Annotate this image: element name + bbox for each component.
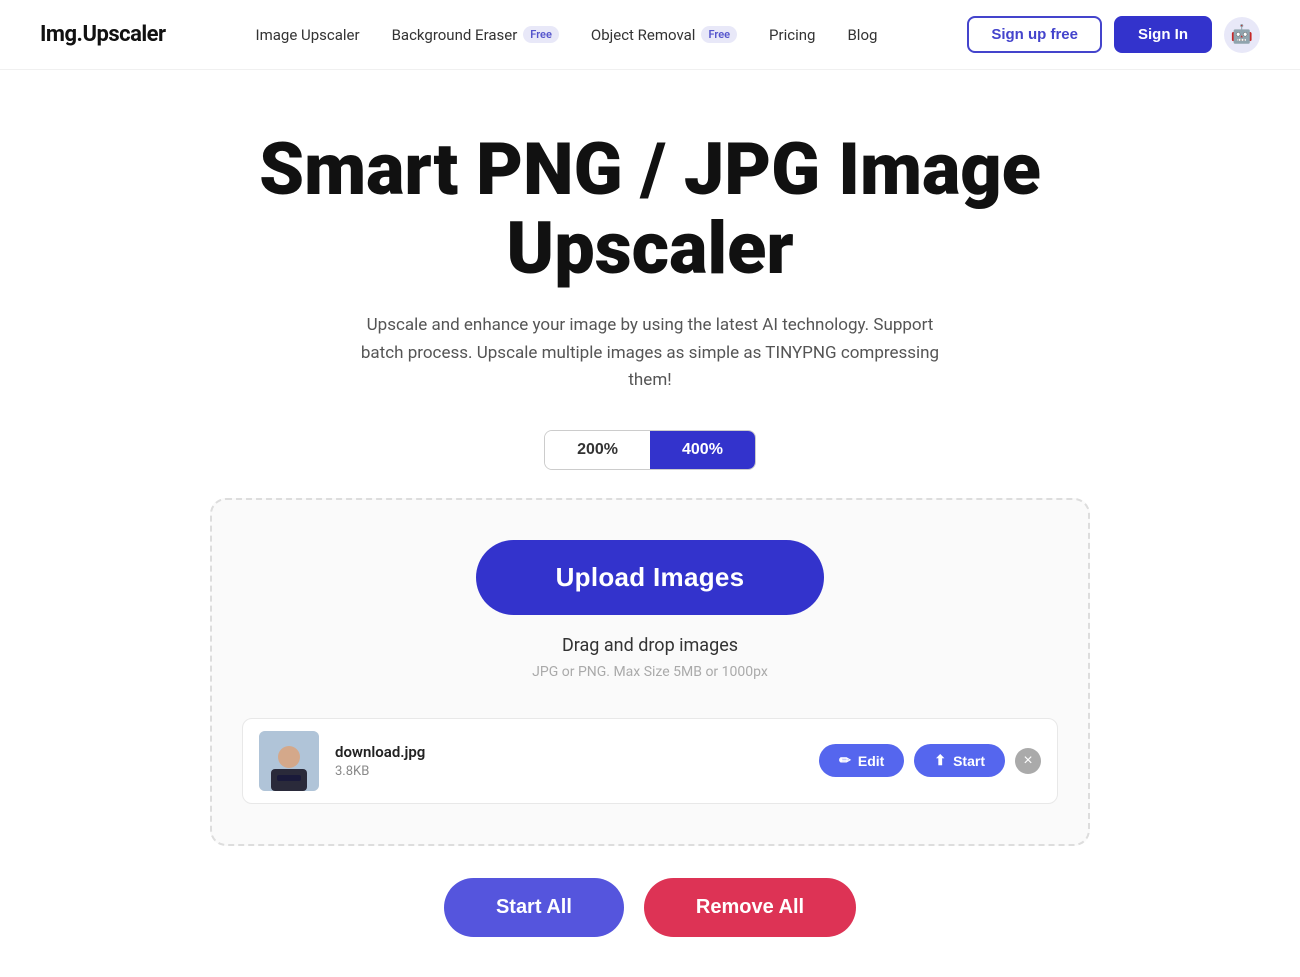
main-nav: Image Upscaler Background Eraser Free Ob… bbox=[256, 26, 878, 44]
hero-title: Smart PNG / JPG Image Upscaler bbox=[200, 130, 1100, 288]
remove-icon: × bbox=[1023, 753, 1032, 769]
badge-free-eraser: Free bbox=[523, 26, 559, 43]
scale-toggle: 200% 400% bbox=[544, 430, 756, 470]
file-name: download.jpg bbox=[335, 743, 803, 761]
hero-subtitle: Upscale and enhance your image by using … bbox=[350, 312, 950, 394]
file-size: 3.8KB bbox=[335, 764, 803, 779]
header: Img.Upscaler Image Upscaler Background E… bbox=[0, 0, 1300, 70]
file-thumbnail bbox=[259, 731, 319, 791]
upload-images-button[interactable]: Upload Images bbox=[476, 540, 825, 615]
start-all-button[interactable]: Start All bbox=[444, 878, 624, 937]
main-content: Smart PNG / JPG Image Upscaler Upscale a… bbox=[0, 70, 1300, 977]
nav-background-eraser[interactable]: Background Eraser Free bbox=[392, 26, 559, 44]
drag-hint: JPG or PNG. Max Size 5MB or 1000px bbox=[532, 664, 768, 680]
scale-200-button[interactable]: 200% bbox=[545, 431, 650, 469]
remove-file-button[interactable]: × bbox=[1015, 748, 1041, 774]
avatar-icon[interactable]: 🤖 bbox=[1224, 17, 1260, 53]
file-actions: ✏ Edit ⬆ Start × bbox=[819, 744, 1041, 777]
edit-icon: ✏ bbox=[839, 752, 851, 769]
file-row: download.jpg 3.8KB ✏ Edit ⬆ Start × bbox=[242, 718, 1058, 804]
nav-object-removal[interactable]: Object Removal Free bbox=[591, 26, 737, 44]
signin-button[interactable]: Sign In bbox=[1114, 16, 1212, 53]
remove-all-button[interactable]: Remove All bbox=[644, 878, 856, 937]
nav-blog[interactable]: Blog bbox=[847, 26, 877, 44]
scale-400-button[interactable]: 400% bbox=[650, 431, 755, 469]
header-actions: Sign up free Sign In 🤖 bbox=[967, 16, 1260, 53]
edit-button[interactable]: ✏ Edit bbox=[819, 744, 904, 777]
drag-text: Drag and drop images bbox=[562, 635, 738, 656]
nav-image-upscaler[interactable]: Image Upscaler bbox=[256, 26, 360, 44]
start-button[interactable]: ⬆ Start bbox=[914, 744, 1005, 777]
upload-area[interactable]: Upload Images Drag and drop images JPG o… bbox=[210, 498, 1090, 846]
logo[interactable]: Img.Upscaler bbox=[40, 22, 166, 47]
file-info: download.jpg 3.8KB bbox=[335, 743, 803, 779]
start-icon: ⬆ bbox=[934, 752, 946, 769]
signup-button[interactable]: Sign up free bbox=[967, 16, 1102, 53]
badge-free-removal: Free bbox=[701, 26, 737, 43]
nav-pricing[interactable]: Pricing bbox=[769, 26, 815, 44]
bottom-actions: Start All Remove All bbox=[444, 878, 856, 937]
